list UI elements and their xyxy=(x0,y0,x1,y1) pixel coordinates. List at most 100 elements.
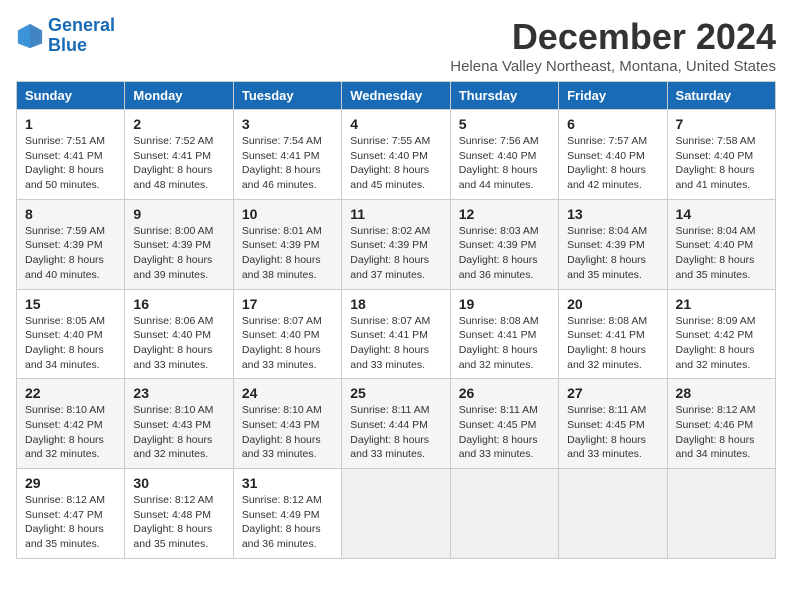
day-number: 20 xyxy=(567,296,658,312)
day-info: Sunrise: 7:52 AMSunset: 4:41 PMDaylight:… xyxy=(133,134,224,193)
page-header: General Blue December 2024 Helena Valley… xyxy=(16,16,776,75)
logo: General Blue xyxy=(16,16,115,56)
day-info: Sunrise: 8:06 AMSunset: 4:40 PMDaylight:… xyxy=(133,314,224,373)
day-number: 23 xyxy=(133,385,224,401)
day-cell: 19 Sunrise: 8:08 AMSunset: 4:41 PMDaylig… xyxy=(450,289,558,379)
day-cell: 8 Sunrise: 7:59 AMSunset: 4:39 PMDayligh… xyxy=(17,199,125,289)
day-cell: 22 Sunrise: 8:10 AMSunset: 4:42 PMDaylig… xyxy=(17,379,125,469)
day-number: 13 xyxy=(567,206,658,222)
day-info: Sunrise: 8:02 AMSunset: 4:39 PMDaylight:… xyxy=(350,224,441,283)
header-cell-monday: Monday xyxy=(125,82,233,110)
day-cell: 23 Sunrise: 8:10 AMSunset: 4:43 PMDaylig… xyxy=(125,379,233,469)
day-number: 3 xyxy=(242,116,333,132)
day-number: 25 xyxy=(350,385,441,401)
week-row-2: 8 Sunrise: 7:59 AMSunset: 4:39 PMDayligh… xyxy=(17,199,776,289)
day-info: Sunrise: 8:11 AMSunset: 4:44 PMDaylight:… xyxy=(350,403,441,462)
calendar-table: SundayMondayTuesdayWednesdayThursdayFrid… xyxy=(16,81,776,559)
header-cell-friday: Friday xyxy=(559,82,667,110)
day-info: Sunrise: 8:11 AMSunset: 4:45 PMDaylight:… xyxy=(567,403,658,462)
day-number: 28 xyxy=(676,385,767,401)
day-cell: 18 Sunrise: 8:07 AMSunset: 4:41 PMDaylig… xyxy=(342,289,450,379)
day-info: Sunrise: 8:08 AMSunset: 4:41 PMDaylight:… xyxy=(459,314,550,373)
day-number: 16 xyxy=(133,296,224,312)
day-cell: 24 Sunrise: 8:10 AMSunset: 4:43 PMDaylig… xyxy=(233,379,341,469)
day-info: Sunrise: 7:51 AMSunset: 4:41 PMDaylight:… xyxy=(25,134,116,193)
day-cell: 4 Sunrise: 7:55 AMSunset: 4:40 PMDayligh… xyxy=(342,110,450,200)
day-cell xyxy=(667,469,775,559)
day-cell: 30 Sunrise: 8:12 AMSunset: 4:48 PMDaylig… xyxy=(125,469,233,559)
day-info: Sunrise: 7:54 AMSunset: 4:41 PMDaylight:… xyxy=(242,134,333,193)
header-cell-sunday: Sunday xyxy=(17,82,125,110)
day-number: 8 xyxy=(25,206,116,222)
day-cell: 1 Sunrise: 7:51 AMSunset: 4:41 PMDayligh… xyxy=(17,110,125,200)
day-number: 17 xyxy=(242,296,333,312)
day-info: Sunrise: 8:12 AMSunset: 4:49 PMDaylight:… xyxy=(242,493,333,552)
week-row-5: 29 Sunrise: 8:12 AMSunset: 4:47 PMDaylig… xyxy=(17,469,776,559)
day-number: 29 xyxy=(25,475,116,491)
day-cell: 26 Sunrise: 8:11 AMSunset: 4:45 PMDaylig… xyxy=(450,379,558,469)
logo-line1: General xyxy=(48,15,115,35)
day-info: Sunrise: 8:07 AMSunset: 4:41 PMDaylight:… xyxy=(350,314,441,373)
day-number: 15 xyxy=(25,296,116,312)
day-number: 10 xyxy=(242,206,333,222)
day-info: Sunrise: 8:07 AMSunset: 4:40 PMDaylight:… xyxy=(242,314,333,373)
month-title: December 2024 xyxy=(450,16,776,58)
day-number: 9 xyxy=(133,206,224,222)
day-cell: 12 Sunrise: 8:03 AMSunset: 4:39 PMDaylig… xyxy=(450,199,558,289)
day-cell: 27 Sunrise: 8:11 AMSunset: 4:45 PMDaylig… xyxy=(559,379,667,469)
day-cell: 28 Sunrise: 8:12 AMSunset: 4:46 PMDaylig… xyxy=(667,379,775,469)
logo-line2: Blue xyxy=(48,35,87,55)
day-cell: 7 Sunrise: 7:58 AMSunset: 4:40 PMDayligh… xyxy=(667,110,775,200)
logo-icon xyxy=(16,22,44,50)
day-number: 5 xyxy=(459,116,550,132)
week-row-1: 1 Sunrise: 7:51 AMSunset: 4:41 PMDayligh… xyxy=(17,110,776,200)
day-info: Sunrise: 8:09 AMSunset: 4:42 PMDaylight:… xyxy=(676,314,767,373)
day-cell: 11 Sunrise: 8:02 AMSunset: 4:39 PMDaylig… xyxy=(342,199,450,289)
day-cell: 9 Sunrise: 8:00 AMSunset: 4:39 PMDayligh… xyxy=(125,199,233,289)
week-row-3: 15 Sunrise: 8:05 AMSunset: 4:40 PMDaylig… xyxy=(17,289,776,379)
day-info: Sunrise: 8:12 AMSunset: 4:46 PMDaylight:… xyxy=(676,403,767,462)
day-info: Sunrise: 8:04 AMSunset: 4:39 PMDaylight:… xyxy=(567,224,658,283)
day-cell: 10 Sunrise: 8:01 AMSunset: 4:39 PMDaylig… xyxy=(233,199,341,289)
day-info: Sunrise: 8:11 AMSunset: 4:45 PMDaylight:… xyxy=(459,403,550,462)
day-cell xyxy=(450,469,558,559)
day-cell: 5 Sunrise: 7:56 AMSunset: 4:40 PMDayligh… xyxy=(450,110,558,200)
day-number: 1 xyxy=(25,116,116,132)
day-number: 4 xyxy=(350,116,441,132)
day-info: Sunrise: 8:08 AMSunset: 4:41 PMDaylight:… xyxy=(567,314,658,373)
day-info: Sunrise: 8:05 AMSunset: 4:40 PMDaylight:… xyxy=(25,314,116,373)
day-number: 18 xyxy=(350,296,441,312)
header-cell-wednesday: Wednesday xyxy=(342,82,450,110)
day-info: Sunrise: 8:03 AMSunset: 4:39 PMDaylight:… xyxy=(459,224,550,283)
location-title: Helena Valley Northeast, Montana, United… xyxy=(450,58,776,75)
day-info: Sunrise: 7:59 AMSunset: 4:39 PMDaylight:… xyxy=(25,224,116,283)
day-info: Sunrise: 8:12 AMSunset: 4:47 PMDaylight:… xyxy=(25,493,116,552)
day-number: 2 xyxy=(133,116,224,132)
day-cell xyxy=(559,469,667,559)
header-cell-saturday: Saturday xyxy=(667,82,775,110)
day-number: 27 xyxy=(567,385,658,401)
day-info: Sunrise: 8:10 AMSunset: 4:43 PMDaylight:… xyxy=(133,403,224,462)
header-row: SundayMondayTuesdayWednesdayThursdayFrid… xyxy=(17,82,776,110)
day-info: Sunrise: 8:01 AMSunset: 4:39 PMDaylight:… xyxy=(242,224,333,283)
day-number: 26 xyxy=(459,385,550,401)
day-cell: 20 Sunrise: 8:08 AMSunset: 4:41 PMDaylig… xyxy=(559,289,667,379)
day-number: 11 xyxy=(350,206,441,222)
day-number: 21 xyxy=(676,296,767,312)
header-cell-tuesday: Tuesday xyxy=(233,82,341,110)
week-row-4: 22 Sunrise: 8:10 AMSunset: 4:42 PMDaylig… xyxy=(17,379,776,469)
day-cell: 2 Sunrise: 7:52 AMSunset: 4:41 PMDayligh… xyxy=(125,110,233,200)
day-info: Sunrise: 8:10 AMSunset: 4:42 PMDaylight:… xyxy=(25,403,116,462)
day-cell: 6 Sunrise: 7:57 AMSunset: 4:40 PMDayligh… xyxy=(559,110,667,200)
day-cell: 14 Sunrise: 8:04 AMSunset: 4:40 PMDaylig… xyxy=(667,199,775,289)
day-cell: 31 Sunrise: 8:12 AMSunset: 4:49 PMDaylig… xyxy=(233,469,341,559)
day-number: 19 xyxy=(459,296,550,312)
day-cell: 29 Sunrise: 8:12 AMSunset: 4:47 PMDaylig… xyxy=(17,469,125,559)
day-cell: 21 Sunrise: 8:09 AMSunset: 4:42 PMDaylig… xyxy=(667,289,775,379)
day-number: 6 xyxy=(567,116,658,132)
day-cell: 16 Sunrise: 8:06 AMSunset: 4:40 PMDaylig… xyxy=(125,289,233,379)
day-number: 7 xyxy=(676,116,767,132)
day-cell: 13 Sunrise: 8:04 AMSunset: 4:39 PMDaylig… xyxy=(559,199,667,289)
day-cell xyxy=(342,469,450,559)
day-info: Sunrise: 7:58 AMSunset: 4:40 PMDaylight:… xyxy=(676,134,767,193)
